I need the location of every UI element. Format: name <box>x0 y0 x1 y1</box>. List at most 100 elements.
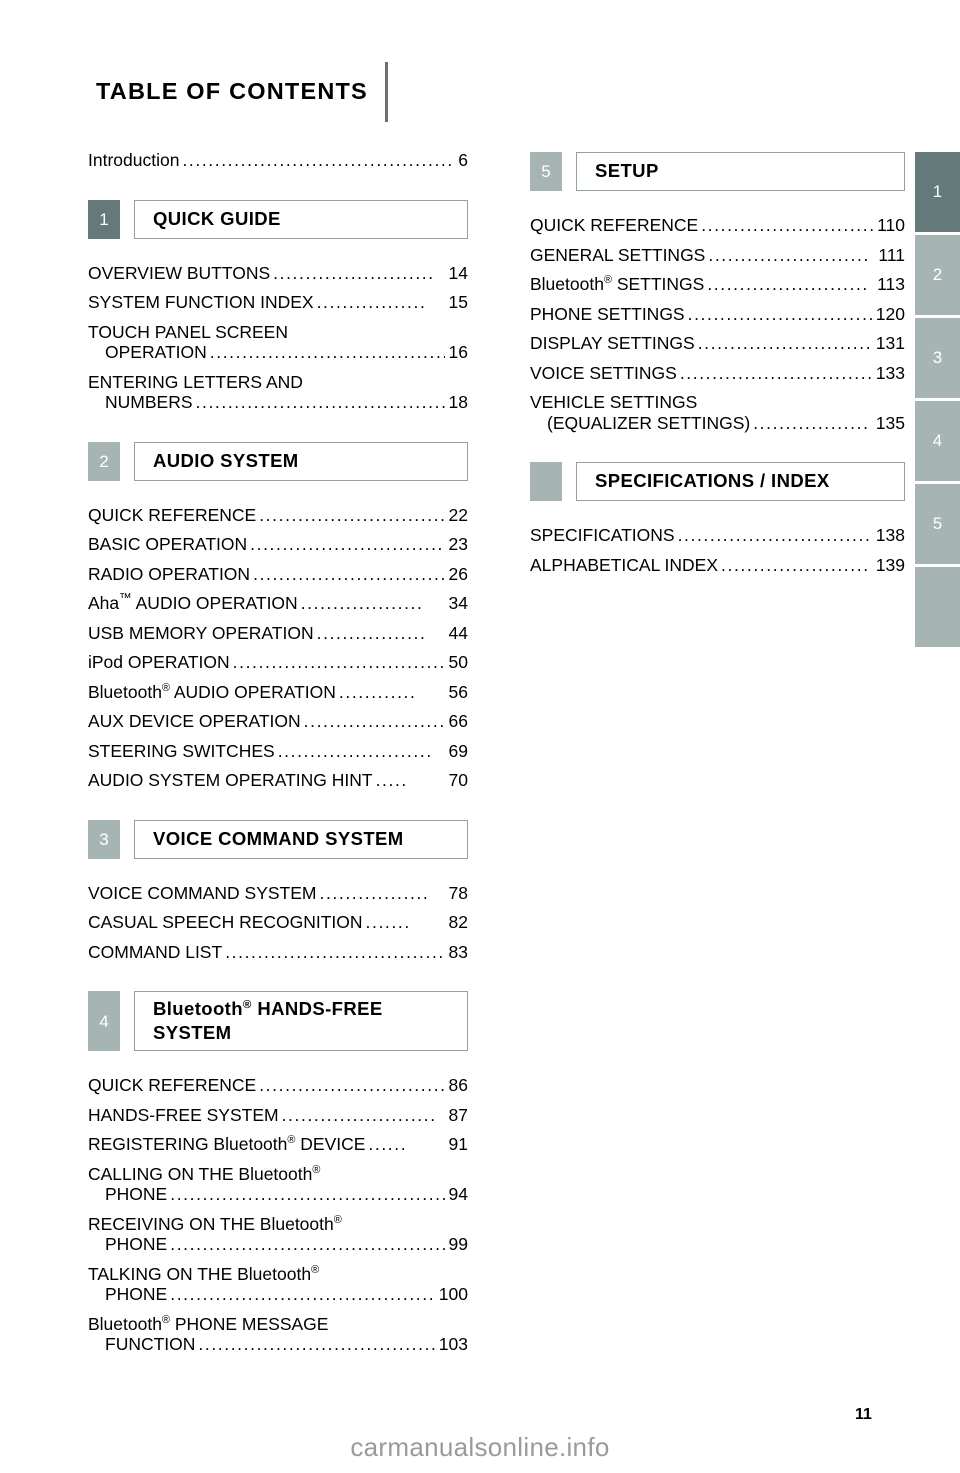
toc-entry[interactable]: RECEIVING ON THE Bluetooth® <box>88 1215 468 1234</box>
toc-entry-continuation[interactable]: OPERATION...............................… <box>88 342 468 362</box>
toc-entry-label: Bluetooth® SETTINGS <box>530 274 705 294</box>
chapter-header[interactable]: 4 Bluetooth® HANDS-FREE SYSTEM <box>88 991 468 1052</box>
toc-entry-continuation[interactable]: NUMBERS.................................… <box>88 392 468 412</box>
toc-entry[interactable]: SPECIFICATIONS..........................… <box>530 526 905 545</box>
toc-entry[interactable]: CALLING ON THE Bluetooth® <box>88 1165 468 1184</box>
toc-entry-label: PHONE <box>105 1184 168 1205</box>
toc-entry[interactable]: VOICE SETTINGS..........................… <box>530 364 905 383</box>
toc-entry[interactable]: CASUAL SPEECH RECOGNITION....... 82 <box>88 912 468 932</box>
chapter-header[interactable]: 3 VOICE COMMAND SYSTEM <box>88 819 468 859</box>
chapter-tab-4[interactable]: 4 <box>915 401 960 481</box>
toc-entry[interactable]: VEHICLE SETTINGS <box>530 393 905 412</box>
toc-entry[interactable]: COMMAND LIST............................… <box>88 943 468 962</box>
toc-entry-page: 50 <box>448 652 468 672</box>
dot-leader: .............................. <box>687 305 872 323</box>
dot-leader: ........................................ <box>209 344 445 362</box>
toc-entry-label: TOUCH PANEL SCREEN <box>88 321 288 342</box>
toc-entry-label: USB MEMORY OPERATION <box>88 622 314 643</box>
toc-entry-label: OPERATION <box>105 342 207 362</box>
toc-entry[interactable]: Bluetooth® PHONE MESSAGE <box>88 1315 468 1334</box>
toc-entry-page: 16 <box>448 342 468 362</box>
chapter-tab-blank[interactable] <box>915 567 960 647</box>
chapter-header[interactable]: SPECIFICATIONS / INDEX <box>530 462 905 501</box>
toc-entry-continuation[interactable]: PHONE...................................… <box>88 1186 468 1204</box>
toc-entry-label: Introduction <box>88 150 180 170</box>
chapter-tab-1[interactable]: 1 <box>915 152 960 232</box>
chapter-header[interactable]: 1 QUICK GUIDE <box>88 199 468 239</box>
toc-entry[interactable]: HANDS-FREE SYSTEM.......................… <box>88 1106 468 1125</box>
toc-left-column: Introduction ...........................… <box>88 150 468 1384</box>
dot-leader: ........................... <box>697 335 872 353</box>
chapter-tab-3[interactable]: 3 <box>915 318 960 398</box>
toc-entry[interactable]: SYSTEM FUNCTION INDEX................. 15 <box>88 292 468 312</box>
chapter-header[interactable]: 5 SETUP <box>530 152 905 191</box>
toc-entry[interactable]: VOICE COMMAND SYSTEM................. 78 <box>88 882 468 903</box>
toc-entry-label: CASUAL SPEECH RECOGNITION <box>88 912 363 932</box>
toc-entry[interactable]: REGISTERING Bluetooth® DEVICE...... 91 <box>88 1135 468 1154</box>
toc-entry[interactable]: DISPLAY SETTINGS........................… <box>530 333 905 353</box>
chapter-title-line: AUDIO SYSTEM <box>153 449 299 471</box>
page-number: 11 <box>855 1406 872 1423</box>
intro-section: Introduction ...........................… <box>88 150 468 170</box>
toc-entry[interactable]: AUX DEVICE OPERATION....................… <box>88 712 468 731</box>
toc-entry[interactable]: GENERAL SETTINGS........................… <box>530 246 905 265</box>
toc-entry-label: ENTERING LETTERS AND <box>88 371 303 392</box>
chapter-number-badge <box>530 462 562 501</box>
chapter-entry-list: QUICK REFERENCE.........................… <box>530 216 905 433</box>
toc-entry[interactable]: Bluetooth® SETTINGS.....................… <box>530 274 905 294</box>
left-chapters-container: 1 QUICK GUIDE OVERVIEW BUTTONS............… <box>88 199 468 1354</box>
dot-leader: .................. <box>753 414 870 432</box>
chapter-tab-2[interactable]: 2 <box>915 235 960 315</box>
toc-entry[interactable]: ENTERING LETTERS AND <box>88 371 468 392</box>
toc-entry[interactable]: QUICK REFERENCE.........................… <box>530 216 905 235</box>
chapter-entry-list: QUICK REFERENCE.........................… <box>88 506 468 790</box>
chapter-title-box: AUDIO SYSTEM <box>134 441 468 481</box>
toc-entry[interactable]: STEERING SWITCHES.......................… <box>88 740 468 761</box>
toc-entry-introduction[interactable]: Introduction ...........................… <box>88 150 468 170</box>
toc-entry-label: STEERING SWITCHES <box>88 740 275 761</box>
toc-entry-page: 135 <box>875 412 905 433</box>
toc-entry[interactable]: RADIO OPERATION.........................… <box>88 563 468 584</box>
toc-entry-label: OVERVIEW BUTTONS <box>88 262 271 283</box>
chapter-tab-5[interactable]: 5 <box>915 484 960 564</box>
toc-entry-label: DISPLAY SETTINGS <box>530 333 695 353</box>
toc-entry[interactable]: TALKING ON THE Bluetooth® <box>88 1265 468 1284</box>
chapter-title-box: SETUP <box>576 152 905 191</box>
dot-leader: .............................. <box>253 565 445 583</box>
toc-entry[interactable]: ALPHABETICAL INDEX......................… <box>530 556 905 575</box>
toc-entry-label: NUMBERS <box>105 392 193 412</box>
toc-entry-continuation[interactable]: FUNCTION................................… <box>88 1336 468 1354</box>
dot-leader: ....................... <box>721 556 870 574</box>
toc-entry-page: 44 <box>448 622 468 643</box>
dot-leader: ......................... <box>707 276 869 294</box>
toc-entry[interactable]: OVERVIEW BUTTONS........................… <box>88 262 468 283</box>
toc-entry-continuation[interactable]: (EQUALIZER SETTINGS).................. 13… <box>530 412 905 433</box>
toc-entry[interactable]: BASIC OPERATION.........................… <box>88 534 468 554</box>
toc-right-column: 5 SETUP QUICK REFERENCE...................… <box>530 152 905 604</box>
toc-entry-page: 26 <box>448 563 468 584</box>
toc-entry-continuation[interactable]: PHONE...................................… <box>88 1286 468 1304</box>
toc-entry[interactable]: Aha™ AUDIO OPERATION................... 3… <box>88 592 468 613</box>
chapter-header[interactable]: 2 AUDIO SYSTEM <box>88 441 468 481</box>
toc-entry[interactable]: Bluetooth® AUDIO OPERATION............ 56 <box>88 681 468 702</box>
toc-entry-label: Bluetooth® AUDIO OPERATION <box>88 681 336 702</box>
toc-entry[interactable]: QUICK REFERENCE.........................… <box>88 506 468 525</box>
toc-entry[interactable]: TOUCH PANEL SCREEN <box>88 321 468 342</box>
toc-entry[interactable]: PHONE SETTINGS..........................… <box>530 305 905 324</box>
chapter-number-badge: 5 <box>530 152 562 191</box>
dot-leader: ................................... <box>225 943 445 961</box>
toc-entry[interactable]: USB MEMORY OPERATION................. 44 <box>88 622 468 643</box>
toc-entry[interactable]: AUDIO SYSTEM OPERATING HINT..... 70 <box>88 771 468 790</box>
toc-entry-page: 78 <box>448 882 468 903</box>
chapter-entry-list: OVERVIEW BUTTONS........................… <box>88 262 468 412</box>
toc-entry-page: 34 <box>448 593 468 613</box>
toc-entry-page: 56 <box>448 681 468 702</box>
chapter-number-badge: 3 <box>88 819 120 859</box>
chapter-title-line: QUICK GUIDE <box>153 207 281 229</box>
toc-entry-label: SYSTEM FUNCTION INDEX <box>88 292 314 312</box>
toc-entry-continuation[interactable]: PHONE...................................… <box>88 1236 468 1254</box>
toc-entry-page: 23 <box>448 534 468 554</box>
toc-entry[interactable]: iPod OPERATION..........................… <box>88 652 468 672</box>
chapter-title-line: Bluetooth® HANDS-FREE <box>153 998 383 1019</box>
toc-entry[interactable]: QUICK REFERENCE.........................… <box>88 1077 468 1095</box>
